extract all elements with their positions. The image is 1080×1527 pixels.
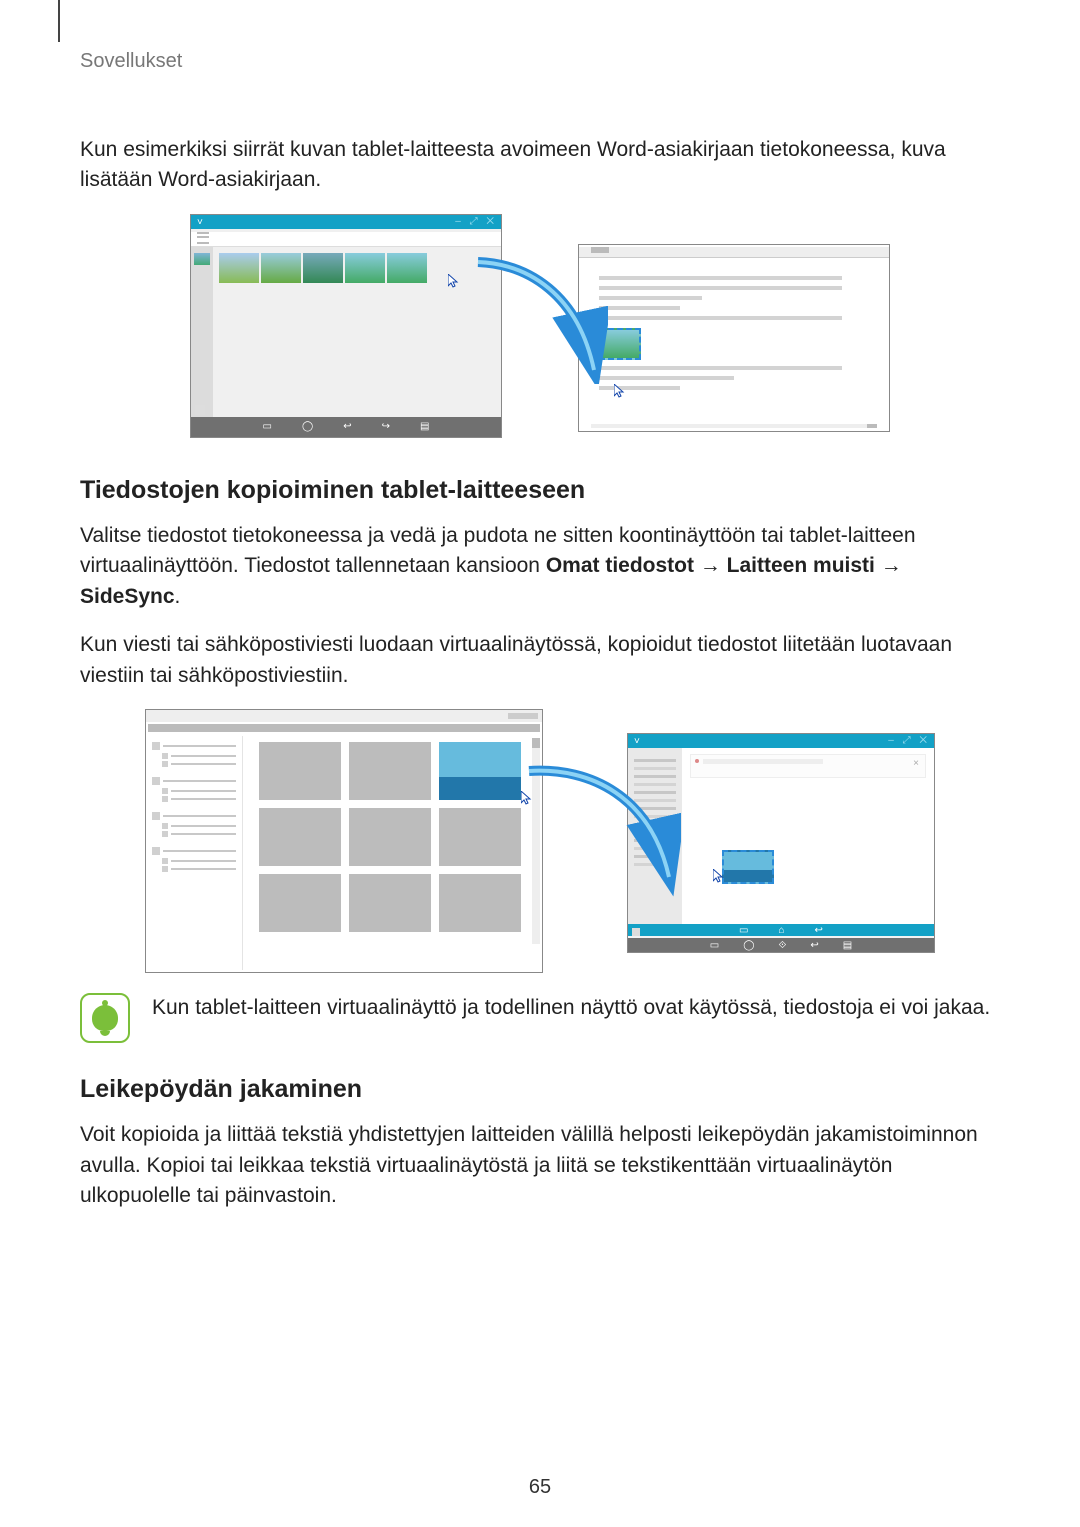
thumbnail-image xyxy=(219,253,259,283)
dropped-image-icon xyxy=(722,850,774,884)
cursor-icon xyxy=(614,384,626,398)
heading-clipboard: Leikepöydän jakaminen xyxy=(80,1075,1000,1104)
bell-icon xyxy=(80,993,130,1043)
app-indicator-icon xyxy=(632,928,640,936)
android-nav-bar: ▭◯⟐↩▤ xyxy=(628,938,934,952)
tablet-sidebar xyxy=(191,247,213,421)
photo-file-icon xyxy=(439,742,521,800)
home-icon: ◯ xyxy=(302,421,313,432)
cursor-icon xyxy=(521,791,533,805)
figure-drag-to-word: ˅ ‒ ⤢ ✕ ▭ ◯ ↩ ↪ ▤ xyxy=(190,214,890,440)
file-grid xyxy=(242,736,542,970)
tablet-window: ˅ ‒ ⤢ ✕ ▭ ◯ ↩ ↪ ▤ xyxy=(190,214,502,438)
section-header: Sovellukset xyxy=(80,50,1000,73)
window-buttons-icon: ‒ ⤢ ✕ xyxy=(455,216,497,227)
back-icon: ↩ xyxy=(343,421,351,432)
tablet-titlebar: ˅ ‒ ⤢ ✕ xyxy=(191,215,501,229)
thumbnail-image xyxy=(303,253,343,283)
note-block: Kun tablet-laitteen virtuaalinäyttö ja t… xyxy=(80,993,1000,1043)
thumbnail-image xyxy=(261,253,301,283)
page-number: 65 xyxy=(0,1476,1080,1499)
tablet-toolbar xyxy=(191,232,501,247)
copy-files-paragraph-2: Kun viesti tai sähköpostiviesti luodaan … xyxy=(80,630,1000,691)
note-text: Kun tablet-laitteen virtuaalinäyttö ja t… xyxy=(152,993,990,1023)
recent-icon: ▭ xyxy=(263,421,272,432)
window-buttons-icon: ‒ ⤢ ✕ xyxy=(888,735,930,746)
android-nav-bar: ▭ ◯ ↩ ↪ ▤ xyxy=(191,417,501,437)
explorer-window xyxy=(145,709,543,973)
drag-arrow-icon xyxy=(521,757,681,897)
compose-area: × xyxy=(682,748,934,924)
cursor-icon xyxy=(448,274,460,288)
chevron-down-icon: ˅ xyxy=(197,217,203,228)
back-icon: ↪ xyxy=(382,421,390,432)
intro-paragraph: Kun esimerkiksi siirrät kuvan tablet-lai… xyxy=(80,135,1000,196)
cursor-icon xyxy=(713,869,725,883)
clipboard-paragraph: Voit kopioida ja liittää tekstiä yhdiste… xyxy=(80,1120,1000,1211)
close-icon: × xyxy=(913,758,919,769)
heading-copy-files: Tiedostojen kopioiminen tablet-laitteese… xyxy=(80,476,1000,505)
menu-icon: ▤ xyxy=(420,421,429,432)
drag-arrow-icon xyxy=(468,254,608,384)
sidesync-bar: ▭⌂↩ xyxy=(628,924,934,936)
thumbnail-image xyxy=(345,253,385,283)
folder-tree xyxy=(146,736,242,970)
copy-files-paragraph-1: Valitse tiedostot tietokoneessa ja vedä … xyxy=(80,521,1000,612)
app-indicator-icon xyxy=(195,405,205,415)
thumbnail-image xyxy=(387,253,427,283)
word-window xyxy=(578,244,890,432)
figure-drag-to-tablet: ˅ ‒ ⤢ ✕ × ▭◯⟐↩▤ xyxy=(145,709,935,975)
chevron-down-icon: ˅ xyxy=(634,736,640,747)
hamburger-icon xyxy=(197,232,209,244)
